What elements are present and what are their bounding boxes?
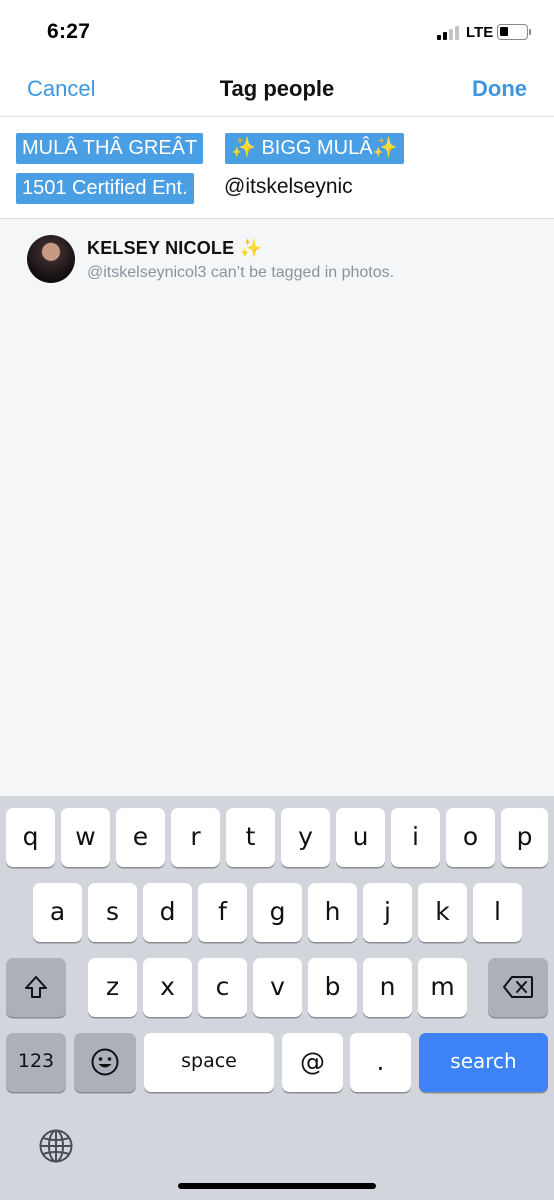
done-button[interactable]: Done: [472, 76, 527, 102]
network-type: LTE: [466, 24, 494, 41]
status-time: 6:27: [47, 20, 91, 43]
avatar: [27, 235, 75, 283]
emoji-key[interactable]: [74, 1033, 136, 1092]
home-indicator[interactable]: [178, 1183, 376, 1189]
key-f[interactable]: f: [198, 883, 247, 942]
signal-icon: [437, 26, 463, 40]
key-c[interactable]: c: [198, 958, 247, 1017]
page-title: Tag people: [219, 76, 335, 101]
key-d[interactable]: d: [143, 883, 192, 942]
key-g[interactable]: g: [253, 883, 302, 942]
key-a[interactable]: a: [33, 883, 82, 942]
key-z[interactable]: z: [88, 958, 137, 1017]
at-key[interactable]: @: [282, 1033, 343, 1092]
key-w[interactable]: w: [61, 808, 110, 867]
tag-chip[interactable]: ✨ BIGG MULÂ✨: [225, 133, 404, 164]
numbers-key[interactable]: 123: [6, 1033, 66, 1092]
tag-chip[interactable]: MULÂ THÂ GREÂT: [16, 133, 204, 164]
key-n[interactable]: n: [363, 958, 412, 1017]
search-key[interactable]: search: [419, 1033, 548, 1092]
key-x[interactable]: x: [143, 958, 192, 1017]
status-bar: 6:27 LTE: [0, 0, 554, 66]
key-b[interactable]: b: [308, 958, 357, 1017]
result-subtitle: @itskelseynicol3 can’t be tagged in phot…: [87, 264, 395, 281]
user-result-row[interactable]: KELSEY NICOLE ✨ @itskelseynicol3 can’t b…: [0, 220, 554, 298]
key-v[interactable]: v: [253, 958, 302, 1017]
key-q[interactable]: q: [6, 808, 55, 867]
delete-key[interactable]: [488, 958, 548, 1017]
key-i[interactable]: i: [391, 808, 440, 867]
key-s[interactable]: s: [88, 883, 137, 942]
key-y[interactable]: y: [281, 808, 330, 867]
nav-bar: Cancel Tag people Done: [0, 66, 554, 117]
emoji-icon: [91, 1048, 119, 1076]
key-p[interactable]: p: [501, 808, 548, 867]
key-o[interactable]: o: [446, 808, 495, 867]
key-l[interactable]: l: [473, 883, 522, 942]
dot-key[interactable]: .: [350, 1033, 411, 1092]
key-t[interactable]: t: [226, 808, 275, 867]
tag-input-field[interactable]: MULÂ THÂ GREÂT ✨ BIGG MULÂ✨ 1501 Certifi…: [0, 117, 554, 219]
key-u[interactable]: u: [336, 808, 385, 867]
battery-icon: [497, 24, 528, 40]
delete-icon: [503, 976, 533, 998]
key-j[interactable]: j: [363, 883, 412, 942]
key-e[interactable]: e: [116, 808, 165, 867]
result-name: KELSEY NICOLE ✨: [87, 238, 263, 258]
globe-icon[interactable]: [38, 1128, 74, 1164]
key-h[interactable]: h: [308, 883, 357, 942]
tag-chip[interactable]: 1501 Certified Ent.: [16, 173, 194, 204]
key-m[interactable]: m: [418, 958, 467, 1017]
space-key[interactable]: space: [144, 1033, 274, 1092]
shift-key[interactable]: [6, 958, 66, 1017]
tag-search-text[interactable]: @itskelseynic: [224, 175, 353, 199]
key-k[interactable]: k: [418, 883, 467, 942]
key-r[interactable]: r: [171, 808, 220, 867]
shift-icon: [25, 976, 47, 998]
